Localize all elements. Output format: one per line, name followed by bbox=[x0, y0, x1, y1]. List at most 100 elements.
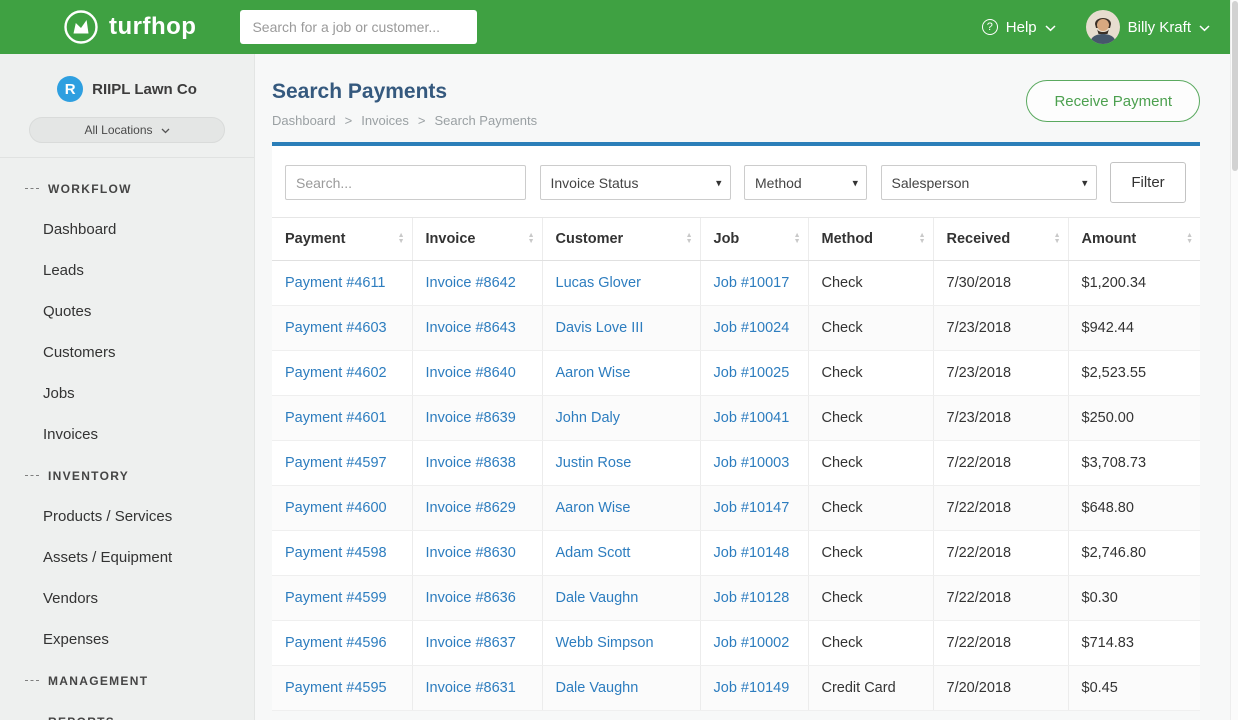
column-header-payment[interactable]: Payment▲▼ bbox=[272, 218, 412, 261]
column-header-invoice[interactable]: Invoice▲▼ bbox=[412, 218, 542, 261]
breadcrumb-item-invoices[interactable]: Invoices bbox=[361, 113, 409, 128]
payment-link[interactable]: Payment #4603 bbox=[285, 320, 387, 336]
column-header-received[interactable]: Received▲▼ bbox=[933, 218, 1068, 261]
invoice-link[interactable]: Invoice #8637 bbox=[426, 635, 516, 651]
sidebar-item-vendors[interactable]: Vendors bbox=[0, 578, 254, 619]
invoice-link[interactable]: Invoice #8643 bbox=[426, 320, 516, 336]
sidebar-item-invoices[interactable]: Invoices bbox=[0, 414, 254, 455]
global-search-input[interactable] bbox=[240, 10, 477, 44]
sidebar-section-workflow: WORKFLOW bbox=[0, 168, 254, 209]
sidebar-item-jobs[interactable]: Jobs bbox=[0, 373, 254, 414]
column-header-amount[interactable]: Amount▲▼ bbox=[1068, 218, 1200, 261]
breadcrumb-item-dashboard[interactable]: Dashboard bbox=[272, 113, 336, 128]
payment-link[interactable]: Payment #4597 bbox=[285, 455, 387, 471]
brand[interactable]: turfhop bbox=[62, 8, 196, 46]
table-row: Payment #4596 Invoice #8637 Webb Simpson Jo… bbox=[272, 621, 1200, 666]
cell-job: Job #10025 bbox=[700, 351, 808, 396]
sidebar-item-expenses[interactable]: Expenses bbox=[0, 619, 254, 660]
cell-payment: Payment #4601 bbox=[272, 396, 412, 441]
turfhop-logo-icon bbox=[62, 8, 100, 46]
cell-customer: Webb Simpson bbox=[542, 621, 700, 666]
scrollbar-thumb[interactable] bbox=[1232, 1, 1238, 171]
invoice-status-select[interactable]: Invoice Status bbox=[540, 165, 731, 200]
customer-link[interactable]: Lucas Glover bbox=[556, 275, 641, 291]
payment-link[interactable]: Payment #4601 bbox=[285, 410, 387, 426]
customer-link[interactable]: Aaron Wise bbox=[556, 365, 631, 381]
user-menu[interactable]: Billy Kraft bbox=[1086, 10, 1210, 44]
sidebar-item-assets-equipment[interactable]: Assets / Equipment bbox=[0, 537, 254, 578]
customer-link[interactable]: Justin Rose bbox=[556, 455, 632, 471]
payments-table: Payment▲▼Invoice▲▼Customer▲▼Job▲▼Method▲… bbox=[272, 217, 1200, 711]
invoice-link[interactable]: Invoice #8636 bbox=[426, 590, 516, 606]
cell-amount: $0.30 bbox=[1068, 576, 1200, 621]
filter-button[interactable]: Filter bbox=[1110, 162, 1186, 203]
cell-method: Check bbox=[808, 396, 933, 441]
payment-link[interactable]: Payment #4596 bbox=[285, 635, 387, 651]
vertical-scrollbar[interactable] bbox=[1230, 0, 1238, 720]
cell-customer: Justin Rose bbox=[542, 441, 700, 486]
invoice-link[interactable]: Invoice #8639 bbox=[426, 410, 516, 426]
column-header-method[interactable]: Method▲▼ bbox=[808, 218, 933, 261]
cell-job: Job #10149 bbox=[700, 666, 808, 711]
column-header-job[interactable]: Job▲▼ bbox=[700, 218, 808, 261]
column-header-customer[interactable]: Customer▲▼ bbox=[542, 218, 700, 261]
help-menu[interactable]: ? Help bbox=[982, 19, 1056, 36]
cell-customer: John Daly bbox=[542, 396, 700, 441]
table-search-input[interactable] bbox=[285, 165, 526, 200]
receive-payment-button[interactable]: Receive Payment bbox=[1026, 80, 1200, 122]
job-link[interactable]: Job #10025 bbox=[714, 365, 790, 381]
table-row: Payment #4599 Invoice #8636 Dale Vaughn Job… bbox=[272, 576, 1200, 621]
invoice-link[interactable]: Invoice #8630 bbox=[426, 545, 516, 561]
customer-link[interactable]: Webb Simpson bbox=[556, 635, 654, 651]
invoice-link[interactable]: Invoice #8642 bbox=[426, 275, 516, 291]
job-link[interactable]: Job #10149 bbox=[714, 680, 790, 696]
invoice-link[interactable]: Invoice #8631 bbox=[426, 680, 516, 696]
cell-invoice: Invoice #8629 bbox=[412, 486, 542, 531]
company-header: R RIIPL Lawn Co bbox=[0, 54, 254, 102]
invoice-link[interactable]: Invoice #8640 bbox=[426, 365, 516, 381]
section-dash-icon bbox=[25, 188, 39, 189]
salesperson-select[interactable]: Salesperson bbox=[881, 165, 1097, 200]
table-head: Payment▲▼Invoice▲▼Customer▲▼Job▲▼Method▲… bbox=[272, 218, 1200, 261]
cell-method: Check bbox=[808, 441, 933, 486]
sidebar-item-dashboard[interactable]: Dashboard bbox=[0, 209, 254, 250]
sidebar-section-management: MANAGEMENT bbox=[0, 660, 254, 701]
job-link[interactable]: Job #10003 bbox=[714, 455, 790, 471]
locations-dropdown[interactable]: All Locations bbox=[29, 117, 225, 143]
column-label: Received bbox=[947, 231, 1011, 247]
job-link[interactable]: Job #10017 bbox=[714, 275, 790, 291]
sort-icon: ▲▼ bbox=[794, 233, 801, 245]
customer-link[interactable]: Davis Love III bbox=[556, 320, 644, 336]
method-select[interactable]: Method bbox=[744, 165, 867, 200]
customer-link[interactable]: Dale Vaughn bbox=[556, 590, 639, 606]
job-link[interactable]: Job #10147 bbox=[714, 500, 790, 516]
job-link[interactable]: Job #10148 bbox=[714, 545, 790, 561]
sidebar-item-leads[interactable]: Leads bbox=[0, 250, 254, 291]
customer-link[interactable]: Dale Vaughn bbox=[556, 680, 639, 696]
cell-invoice: Invoice #8631 bbox=[412, 666, 542, 711]
payment-link[interactable]: Payment #4602 bbox=[285, 365, 387, 381]
breadcrumb: Dashboard>Invoices>Search Payments bbox=[272, 113, 537, 128]
payment-link[interactable]: Payment #4611 bbox=[285, 275, 386, 291]
customer-link[interactable]: Adam Scott bbox=[556, 545, 631, 561]
sidebar-item-customers[interactable]: Customers bbox=[0, 332, 254, 373]
method-select-wrap: Method bbox=[744, 165, 867, 200]
payment-link[interactable]: Payment #4598 bbox=[285, 545, 387, 561]
job-link[interactable]: Job #10024 bbox=[714, 320, 790, 336]
job-link[interactable]: Job #10041 bbox=[714, 410, 790, 426]
customer-link[interactable]: Aaron Wise bbox=[556, 500, 631, 516]
job-link[interactable]: Job #10128 bbox=[714, 590, 790, 606]
payment-link[interactable]: Payment #4595 bbox=[285, 680, 387, 696]
sidebar-section-inventory: INVENTORY bbox=[0, 455, 254, 496]
sidebar-item-products-services[interactable]: Products / Services bbox=[0, 496, 254, 537]
payment-link[interactable]: Payment #4600 bbox=[285, 500, 387, 516]
cell-method: Check bbox=[808, 486, 933, 531]
invoice-link[interactable]: Invoice #8629 bbox=[426, 500, 516, 516]
sidebar-item-quotes[interactable]: Quotes bbox=[0, 291, 254, 332]
chevron-down-icon bbox=[1199, 19, 1210, 36]
invoice-link[interactable]: Invoice #8638 bbox=[426, 455, 516, 471]
cell-received: 7/23/2018 bbox=[933, 306, 1068, 351]
customer-link[interactable]: John Daly bbox=[556, 410, 620, 426]
job-link[interactable]: Job #10002 bbox=[714, 635, 790, 651]
payment-link[interactable]: Payment #4599 bbox=[285, 590, 387, 606]
